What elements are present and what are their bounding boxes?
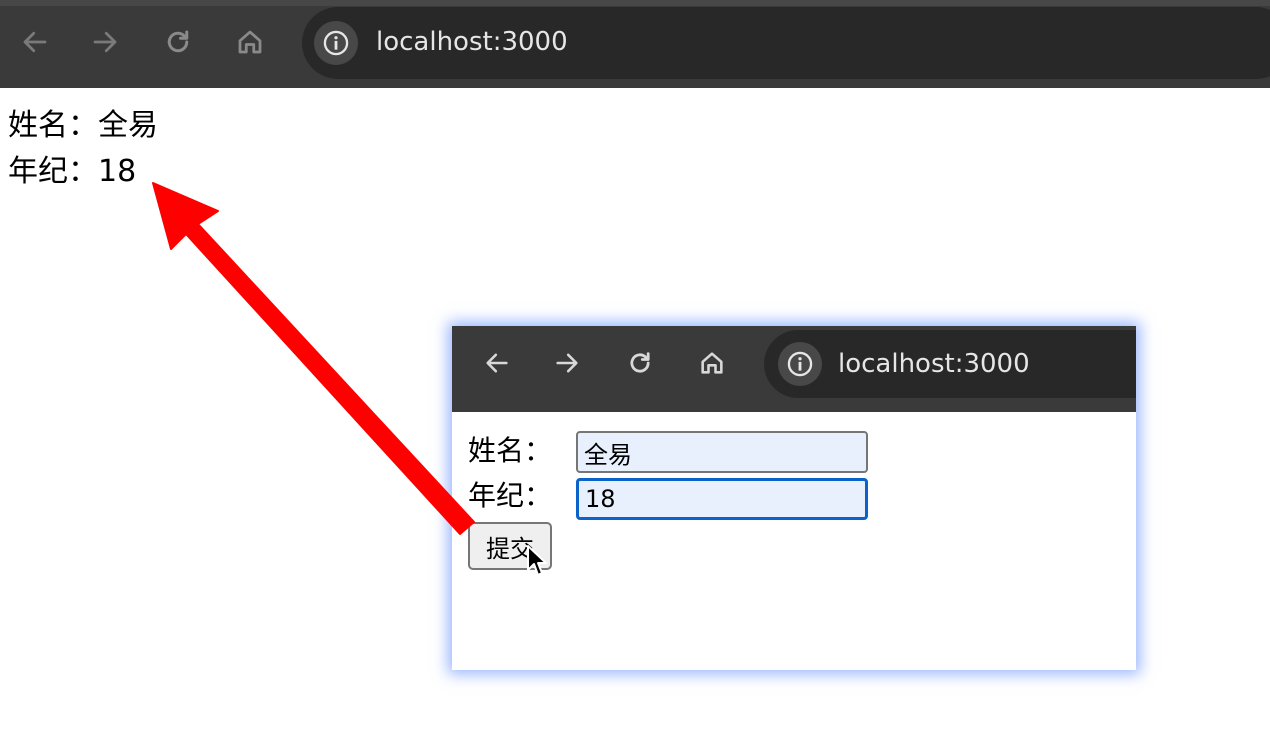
annotation-arrow bbox=[152, 182, 475, 535]
